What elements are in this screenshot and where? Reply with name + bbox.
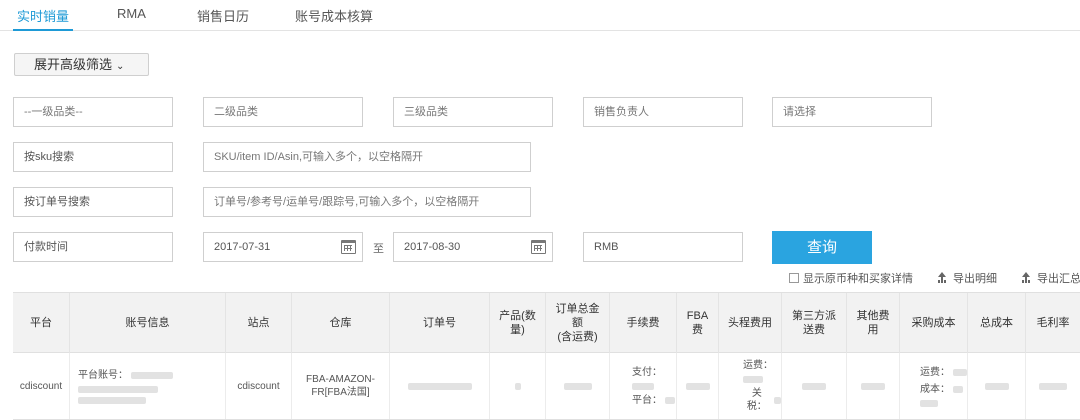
advanced-filter-label: 展开高级筛选 [34, 57, 113, 72]
redacted-value [563, 382, 592, 390]
generic-select[interactable]: 请选择 [772, 97, 932, 127]
date-to-value: 2017-08-30 [404, 241, 461, 253]
header-site: 站点 [226, 293, 292, 353]
cell-warehouse: FBA-AMAZON- FR[FBA法国] [292, 353, 390, 419]
redacted-value [773, 396, 781, 404]
header-first-leg-fee: 头程费用 [719, 293, 782, 353]
category2-select[interactable]: 二级品类 [203, 97, 363, 127]
redacted-value [78, 385, 158, 393]
calendar-icon[interactable] [531, 240, 546, 254]
show-detail-option[interactable]: 显示原币种和买家详情 [789, 270, 913, 286]
sku-search-type-select[interactable]: 按sku搜索 [13, 142, 173, 172]
cell-product-qty [490, 353, 546, 419]
header-fba-fee: FBA 费 [677, 293, 719, 353]
show-detail-checkbox[interactable] [789, 273, 799, 283]
query-button[interactable]: 查询 [772, 231, 872, 264]
header-total-cost: 总成本 [968, 293, 1026, 353]
header-warehouse: 仓库 [292, 293, 390, 353]
sku-search-input[interactable]: SKU/item ID/Asin,可输入多个，以空格隔开 [203, 142, 531, 172]
export-summary-label: 导出汇总 [1037, 273, 1080, 285]
date-from-input[interactable]: 2017-07-31 [203, 232, 363, 262]
redacted-value [632, 382, 654, 390]
header-other-fee: 其他费用 [847, 293, 900, 353]
cell-handling-fee: 支付： 平台： [610, 353, 677, 419]
date-to-input[interactable]: 2017-08-30 [393, 232, 553, 262]
calendar-icon[interactable] [341, 240, 356, 254]
cell-order-total [546, 353, 610, 419]
export-detail-button[interactable]: 导出明细 [937, 270, 997, 286]
cell-platform: cdiscount [13, 353, 70, 419]
advanced-filter-toggle-button[interactable]: 展开高级筛选 ⌄ [14, 53, 149, 76]
export-icon [937, 272, 947, 283]
redacted-value [131, 371, 173, 379]
tab-bar: 实时销量 RMA 销售日历 账号成本核算 [0, 0, 1080, 31]
account-label: 平台账号： [78, 369, 128, 381]
tab-rma[interactable]: RMA [117, 6, 146, 21]
tab-account-cost[interactable]: 账号成本核算 [295, 6, 373, 25]
date-from-value: 2017-07-31 [214, 241, 271, 253]
cell-fba-fee [677, 353, 719, 419]
redacted-value [984, 382, 1009, 390]
export-summary-button[interactable]: 导出汇总 [1021, 270, 1080, 286]
redacted-value [78, 396, 146, 404]
cell-account: 平台账号： [70, 353, 226, 419]
redacted-value [743, 376, 763, 383]
active-tab-indicator [13, 29, 73, 31]
redacted-value [1039, 382, 1067, 390]
redacted-value [953, 385, 963, 393]
currency-select[interactable]: RMB [583, 232, 743, 262]
header-product-qty: 产品(数 量) [490, 293, 546, 353]
redacted-value [514, 382, 521, 390]
cell-purchase-cost: 运费： 成本： [900, 353, 968, 419]
header-third-party-fee: 第三方派 送费 [782, 293, 847, 353]
category3-select[interactable]: 三级品类 [393, 97, 553, 127]
header-handling-fee: 手续费 [610, 293, 677, 353]
header-platform: 平台 [13, 293, 70, 353]
redacted-value [920, 399, 938, 407]
cell-site: cdiscount [226, 353, 292, 419]
show-detail-label: 显示原币种和买家详情 [803, 273, 913, 285]
tab-sales-calendar[interactable]: 销售日历 [197, 6, 249, 25]
redacted-value [861, 382, 885, 390]
tab-realtime-sales[interactable]: 实时销量 [17, 6, 69, 25]
export-detail-label: 导出明细 [953, 273, 997, 285]
header-purchase-cost: 采购成本 [900, 293, 968, 353]
date-range-separator: 至 [373, 243, 384, 255]
table-row[interactable]: cdiscount 平台账号： cdiscount FBA-AMAZON- FR[… [13, 353, 1080, 420]
redacted-value [665, 396, 675, 404]
chevron-down-icon: ⌄ [116, 61, 125, 72]
time-type-select[interactable]: 付款时间 [13, 232, 173, 262]
header-order-no: 订单号 [390, 293, 490, 353]
header-order-total: 订单总金额 (含运费) [546, 293, 610, 353]
cell-gross-margin [1026, 353, 1080, 419]
header-gross-margin: 毛利率 [1036, 317, 1070, 329]
redacted-value [407, 382, 472, 390]
sales-owner-select[interactable]: 销售负责人 [583, 97, 743, 127]
redacted-value [953, 368, 967, 376]
cell-other-fee [847, 353, 900, 419]
export-icon [1021, 272, 1031, 283]
order-search-input[interactable]: 订单号/参考号/运单号/跟踪号,可输入多个，以空格隔开 [203, 187, 531, 217]
cell-order-no[interactable] [390, 353, 490, 419]
table-header: 平台 账号信息 站点 仓库 订单号 产品(数 量) 订单总金额 (含运费) 手续费 … [13, 292, 1080, 353]
redacted-value [685, 382, 710, 390]
cell-total-cost [968, 353, 1026, 419]
category1-select[interactable]: --一级品类-- [13, 97, 173, 127]
cell-first-leg-fee: 运费： 关税： [719, 353, 782, 419]
redacted-value [802, 382, 826, 390]
cell-third-party-fee [782, 353, 847, 419]
header-account: 账号信息 [70, 293, 226, 353]
order-search-type-select[interactable]: 按订单号搜索 [13, 187, 173, 217]
